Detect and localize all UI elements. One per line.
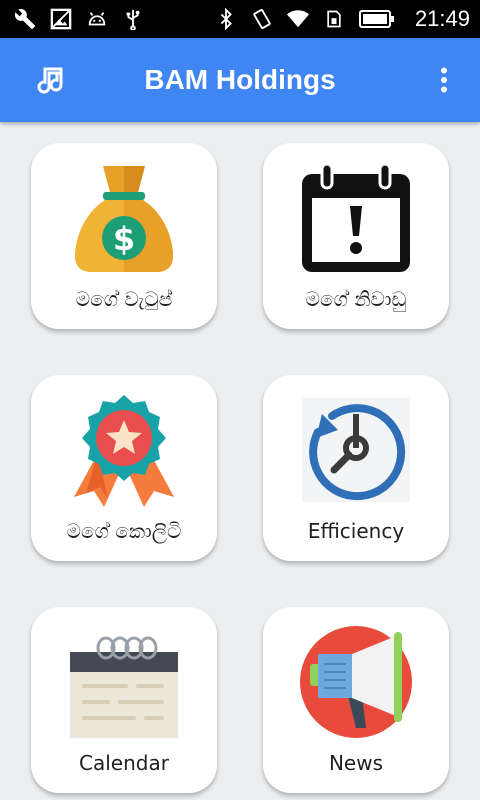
calendar-alert-icon <box>296 159 416 277</box>
android-icon <box>86 8 108 30</box>
menu-card-label: මගේ නිවාඩු <box>305 287 407 311</box>
menu-card-label: News <box>328 751 384 775</box>
stopwatch-icon <box>296 391 416 509</box>
menu-card-quality[interactable]: මගේ කොලිටි <box>31 375 217 561</box>
battery-icon <box>358 8 395 30</box>
menu-grid: $ මගේ වැටුප් මගේ නිවාඩු මගේ කොලිටි Effic… <box>0 122 480 800</box>
notepad-calendar-icon <box>64 623 184 741</box>
award-badge-icon <box>64 391 184 509</box>
menu-card-leave[interactable]: මගේ නිවාඩු <box>263 143 449 329</box>
music-note-icon[interactable] <box>32 60 68 100</box>
more-vert-icon[interactable] <box>426 60 462 100</box>
svg-text:$: $ <box>113 220 135 258</box>
menu-card-label: Efficiency <box>307 519 405 543</box>
status-time: 21:49 <box>414 6 470 31</box>
megaphone-icon <box>296 623 416 741</box>
menu-card-efficiency[interactable]: Efficiency <box>263 375 449 561</box>
usb-icon <box>122 8 144 30</box>
bluetooth-icon <box>215 8 237 30</box>
wifi-icon <box>286 8 309 30</box>
app-title: BAM Holdings <box>144 64 336 95</box>
money-bag-icon: $ <box>64 159 184 277</box>
image-icon <box>50 8 72 30</box>
vibrate-icon <box>251 8 273 30</box>
status-bar: 21:49 <box>0 0 480 38</box>
menu-card-label: මගේ වැටුප් <box>75 287 173 311</box>
menu-card-calendar[interactable]: Calendar <box>31 607 217 793</box>
app-bar: BAM Holdings <box>0 38 480 122</box>
wrench-icon <box>14 8 36 30</box>
sim-icon <box>323 8 345 30</box>
menu-card-label: Calendar <box>79 751 169 775</box>
menu-card-label: මගේ කොලිටි <box>66 519 182 543</box>
menu-card-salary[interactable]: $ මගේ වැටුප් <box>31 143 217 329</box>
menu-card-news[interactable]: News <box>263 607 449 793</box>
